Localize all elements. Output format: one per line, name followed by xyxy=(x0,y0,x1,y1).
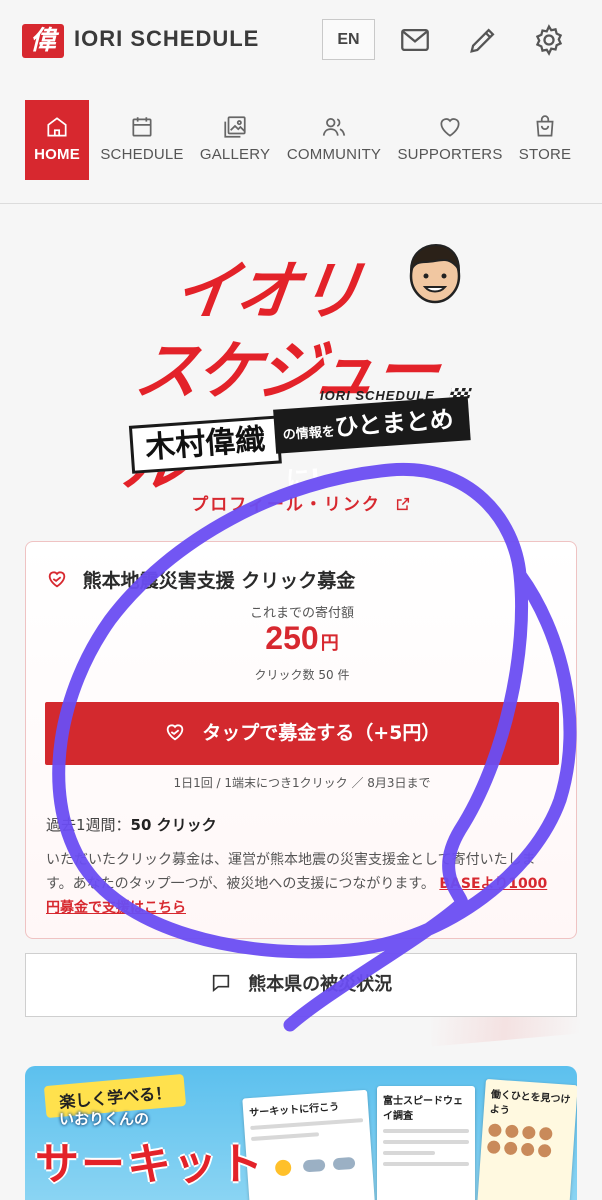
cloud-icon xyxy=(332,1156,356,1171)
worksheet-1-title: サーキットに行こう xyxy=(248,1101,340,1120)
donation-title-text: 熊本地震災害支援 クリック募金 xyxy=(82,570,356,592)
profile-link[interactable]: プロフィール・リンク xyxy=(0,490,602,515)
heart-hand-icon xyxy=(166,724,183,741)
nav-label-supporters: SUPPORTERS xyxy=(397,146,503,163)
donation-title: 熊本地震災害支援 クリック募金 xyxy=(46,566,355,593)
hero-logo: イオリ スケジュール IORI SCHEDULE 木村偉織 の情報をひとまとめに… xyxy=(117,222,480,501)
speech-bubble-icon xyxy=(212,974,230,993)
avatar-illustration xyxy=(406,242,464,304)
app-header: 偉 IORI SCHEDULE EN xyxy=(0,0,602,82)
nav-item-gallery[interactable]: GALLERY xyxy=(195,100,275,180)
nav-label-schedule: SCHEDULE xyxy=(100,146,184,163)
gallery-icon xyxy=(224,116,246,138)
donate-button-label: タップで募金する（+5円） xyxy=(202,722,441,744)
profile-link-label: プロフィール・リンク xyxy=(191,495,381,515)
donation-description: いただいたクリック募金は、運営が熊本地震の災害支援金として寄付いたします。あなた… xyxy=(46,848,558,920)
nav-item-community[interactable]: COMMUNITY xyxy=(283,100,385,180)
site-logo[interactable]: 偉 xyxy=(22,24,64,58)
main-nav: HOME SCHEDULE GALLERY COMMUNITY SUPPORTE… xyxy=(0,100,602,180)
worksheet-2-title: 富士スピードウェイ調査 xyxy=(383,1096,463,1122)
nav-item-supporters[interactable]: SUPPORTERS xyxy=(394,100,506,180)
donation-amount-value: 250 xyxy=(265,620,319,656)
circuit-study-banner[interactable]: サーキットに行こう 富士スピードウェイ調査 働くひとを見つけよう 楽しく学べる！… xyxy=(25,1066,577,1200)
hero-tagline-small: の情報を xyxy=(282,424,336,444)
worksheet-2: 富士スピードウェイ調査 xyxy=(377,1086,475,1200)
mail-icon[interactable] xyxy=(398,23,432,57)
donation-amount: 250 円 xyxy=(26,620,578,657)
worksheet-3: 働くひとを見つけよう xyxy=(476,1078,577,1200)
people-icon xyxy=(322,118,346,136)
donation-click-count: クリック数 50 件 xyxy=(254,668,350,682)
site-title[interactable]: IORI SCHEDULE xyxy=(74,26,259,52)
donation-total-label: これまでの寄付額 xyxy=(249,606,354,621)
language-button[interactable]: EN xyxy=(322,19,375,60)
external-link-icon xyxy=(396,497,409,511)
banner-subtitle: いおりくんの xyxy=(59,1110,150,1128)
donation-weekly-value: 50 クリック xyxy=(130,816,217,834)
nav-item-store[interactable]: STORE xyxy=(514,100,576,180)
pencil-icon[interactable] xyxy=(466,23,500,57)
heart-icon xyxy=(440,118,460,137)
nav-divider xyxy=(0,203,602,204)
nav-label-store: STORE xyxy=(518,146,572,163)
nav-label-home: HOME xyxy=(34,146,80,163)
heart-hand-icon xyxy=(48,571,66,588)
worker-illustrations xyxy=(486,1123,569,1159)
shopping-bag-icon xyxy=(536,115,554,137)
kumamoto-status-label: 熊本県の被災状況 xyxy=(248,974,393,995)
calendar-icon xyxy=(132,117,152,137)
donation-amount-unit: 円 xyxy=(320,633,339,653)
worksheet-3-title: 働くひとを見つけよう xyxy=(489,1089,571,1117)
gear-icon[interactable] xyxy=(532,23,566,57)
hero-title-line1: イオリ xyxy=(168,255,366,329)
cloud-icon xyxy=(302,1158,326,1173)
donation-note: 1日1回 / 1端末につき1クリック ／ 8月3日まで xyxy=(173,776,431,790)
nav-label-gallery: GALLERY xyxy=(199,146,271,163)
hero-name: 木村偉織 xyxy=(128,415,282,474)
donation-card: 熊本地震災害支援 クリック募金 これまでの寄付額 250 円 クリック数 50 件… xyxy=(25,541,577,939)
donation-weekly: 過去1週間：50 クリック xyxy=(46,814,217,835)
sun-icon xyxy=(274,1159,292,1177)
donation-weekly-label: 過去1週間： xyxy=(46,816,131,834)
nav-item-schedule[interactable]: SCHEDULE xyxy=(97,100,187,180)
home-icon xyxy=(47,117,67,137)
donate-button[interactable]: タップで募金する（+5円） xyxy=(45,702,559,765)
banner-title: サーキット xyxy=(35,1139,265,1190)
nav-label-community: COMMUNITY xyxy=(286,146,382,163)
nav-item-home[interactable]: HOME xyxy=(25,100,89,180)
kumamoto-status-button[interactable]: 熊本県の被災状況 xyxy=(25,953,577,1017)
